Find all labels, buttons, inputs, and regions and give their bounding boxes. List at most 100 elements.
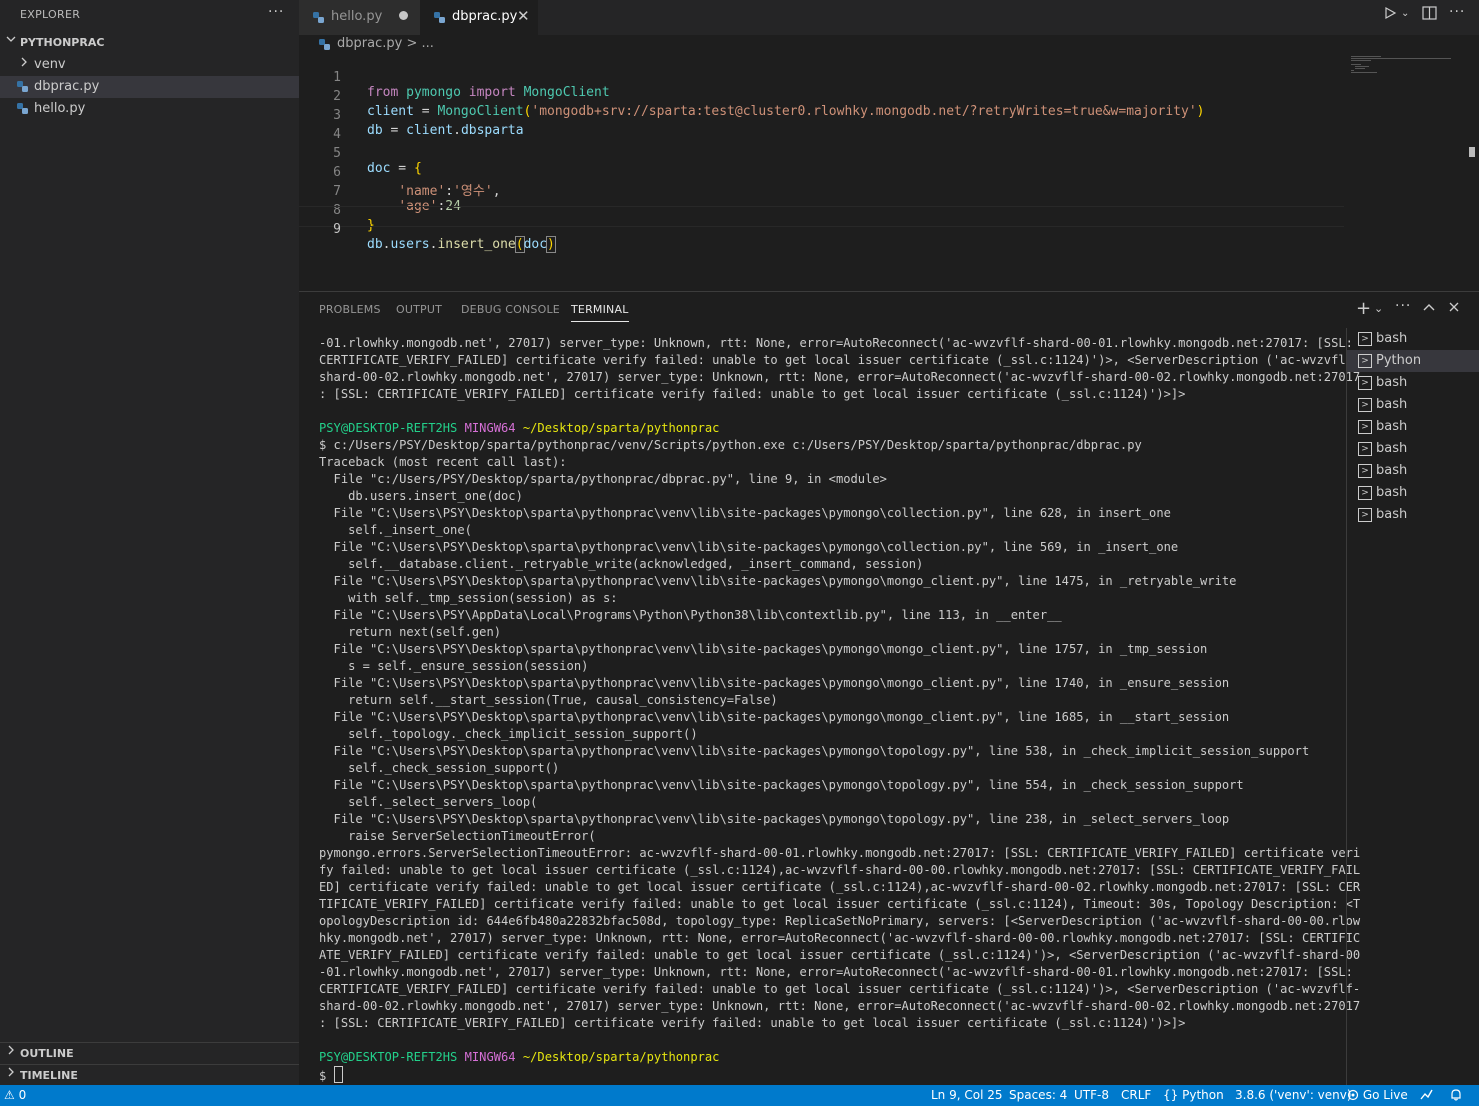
tab-debug-console[interactable]: DEBUG CONSOLE — [461, 303, 560, 316]
terminal-dropdown-chevron-icon[interactable]: ⌄ — [1374, 302, 1383, 315]
terminal-command: $ c:/Users/PSY/Desktop/sparta/pythonprac… — [319, 438, 1142, 452]
terminal-line: return next(self.gen) — [319, 625, 502, 639]
terminal-list-item[interactable]: > bash — [1347, 482, 1479, 504]
terminal-list-label: bash — [1376, 375, 1408, 390]
code-line: 3 db = client.dbsparta — [299, 93, 1344, 138]
terminal-list-label: bash — [1376, 507, 1408, 522]
terminal-input-line[interactable]: $ — [319, 1066, 1329, 1085]
timeline-section[interactable]: TIMELINE — [0, 1064, 299, 1087]
new-terminal-plus-icon[interactable]: + — [1356, 298, 1371, 319]
code-line: 7 'age':24 — [299, 169, 1344, 214]
python-interpreter[interactable]: 3.8.6 ('venv': venv) — [1235, 1088, 1352, 1102]
terminal-list-item[interactable]: > bash — [1347, 372, 1479, 394]
tab-problems[interactable]: PROBLEMS — [319, 303, 381, 316]
terminal-line: File "c:/Users/PSY/Desktop/sparta/python… — [319, 472, 887, 486]
terminal-icon: > — [1358, 332, 1372, 346]
terminal-line: ATE_VERIFY_FAILED] certificate verify fa… — [319, 948, 1361, 962]
file-encoding[interactable]: UTF-8 — [1074, 1088, 1109, 1102]
run-icon[interactable] — [1383, 6, 1397, 24]
chevron-right-icon — [19, 57, 29, 70]
python-file-icon — [313, 12, 324, 23]
terminal-prompt: PSY@DESKTOP-REFT2HS MINGW64 ~/Desktop/sp… — [319, 1050, 720, 1064]
terminal-list-label: bash — [1376, 331, 1408, 346]
panel-more-icon[interactable]: ··· — [1395, 298, 1411, 314]
terminal-line: pymongo.errors.ServerSelectionTimeoutErr… — [319, 846, 1361, 860]
terminal-line: CERTIFICATE_VERIFY_FAILED] certificate v… — [319, 353, 1361, 367]
folder-label: PYTHONPRAC — [20, 36, 105, 49]
code-line: 4 — [299, 112, 1344, 142]
outline-section[interactable]: OUTLINE — [0, 1042, 299, 1065]
close-panel-icon[interactable] — [1449, 300, 1459, 316]
terminal-line: File "C:\Users\PSY\Desktop\sparta\python… — [319, 642, 1208, 656]
split-editor-icon[interactable] — [1422, 6, 1437, 24]
editor-more-icon[interactable]: ··· — [1449, 4, 1465, 20]
terminal-line: self._insert_one( — [319, 523, 472, 537]
tab-hello-py[interactable]: hello.py — [299, 0, 420, 35]
terminal-list-label: bash — [1376, 463, 1408, 478]
terminal-line: db.users.insert_one(doc) — [319, 489, 523, 503]
code-editor[interactable]: 1 from pymongo import MongoClient 2 clie… — [299, 55, 1479, 291]
python-file-icon — [434, 12, 445, 23]
terminal-list-item[interactable]: > bash — [1347, 504, 1479, 526]
terminal-line: fy failed: unable to get local issuer ce… — [319, 863, 1361, 877]
terminal-list-item[interactable]: > bash — [1347, 394, 1479, 416]
bell-icon[interactable] — [1450, 1088, 1462, 1104]
explorer-sidebar: EXPLORER ··· PYTHONPRAC venv dbprac.py h… — [0, 0, 299, 1085]
terminal-line: -01.rlowhky.mongodb.net', 27017) server_… — [319, 336, 1353, 350]
terminal-list-label: bash — [1376, 397, 1408, 412]
terminal-output[interactable]: -01.rlowhky.mongodb.net', 27017) server_… — [319, 335, 1361, 1085]
terminal-list-item[interactable]: > bash — [1347, 328, 1479, 350]
tab-label: dbprac.py — [452, 9, 518, 24]
cursor-position[interactable]: Ln 9, Col 25 — [931, 1088, 1003, 1102]
python-file-icon — [17, 81, 28, 92]
terminal-list-label: Python — [1376, 353, 1422, 368]
terminal-list-item[interactable]: > Python — [1347, 350, 1479, 372]
tree-item-venv[interactable]: venv — [0, 54, 299, 76]
tab-dbprac-py[interactable]: dbprac.py ✕ — [420, 0, 538, 35]
go-live-label: Go Live — [1362, 1088, 1408, 1102]
terminal-list-item[interactable]: > bash — [1347, 416, 1479, 438]
line-ending[interactable]: CRLF — [1121, 1088, 1151, 1102]
explorer-more-icon[interactable]: ··· — [268, 4, 284, 20]
terminal-line: s = self._ensure_session(session) — [319, 659, 589, 673]
language-mode[interactable]: {} Python — [1163, 1088, 1224, 1102]
code-line: 5 doc = { — [299, 131, 1344, 176]
terminal-line: self.__database.client._retryable_write(… — [319, 557, 924, 571]
python-file-icon — [17, 103, 28, 114]
terminal-list-item[interactable]: > bash — [1347, 460, 1479, 482]
folder-pythonprac[interactable]: PYTHONPRAC — [0, 32, 299, 54]
maximize-panel-icon[interactable] — [1423, 300, 1435, 316]
terminal-icon: > — [1358, 420, 1372, 434]
tree-item-hello[interactable]: hello.py — [0, 98, 299, 120]
terminal-line: File "C:\Users\PSY\Desktop\sparta\python… — [319, 540, 1179, 554]
scrollbar-thumb[interactable] — [1469, 147, 1475, 157]
terminal-prompt: PSY@DESKTOP-REFT2HS MINGW64 ~/Desktop/sp… — [319, 421, 720, 435]
outline-label: OUTLINE — [20, 1047, 74, 1060]
minimap[interactable] — [1349, 55, 1469, 95]
terminal-line: File "C:\Users\PSY\Desktop\sparta\python… — [319, 676, 1230, 690]
breadcrumb-rest[interactable]: > ... — [406, 36, 433, 51]
code-line: 8 } — [299, 188, 1344, 233]
run-dropdown-chevron-icon[interactable]: ⌄ — [1401, 8, 1409, 19]
breadcrumb-file[interactable]: dbprac.py — [337, 36, 402, 51]
tab-terminal[interactable]: TERMINAL — [571, 303, 629, 322]
terminal-list: > bash > Python > bash > bash > bash > bash > bash > ba… — [1346, 328, 1479, 1086]
unsaved-dot-icon[interactable] — [399, 11, 408, 20]
close-icon[interactable]: ✕ — [517, 7, 530, 25]
code-line-current: 9 db.users.insert_one(doc) — [299, 206, 1344, 253]
chevron-down-icon — [6, 34, 16, 47]
indentation[interactable]: Spaces: 4 — [1009, 1088, 1067, 1102]
go-live-button[interactable]: Go Live — [1347, 1088, 1408, 1102]
timeline-label: TIMELINE — [20, 1069, 78, 1082]
status-bar: ⚠ 0 Ln 9, Col 25 Spaces: 4 UTF-8 CRLF {}… — [0, 1085, 1479, 1106]
terminal-line: : [SSL: CERTIFICATE_VERIFY_FAILED] certi… — [319, 387, 1186, 401]
terminal-line: with self._tmp_session(session) as s: — [319, 591, 618, 605]
tab-output[interactable]: OUTPUT — [396, 303, 442, 316]
terminal-list-item[interactable]: > bash — [1347, 438, 1479, 460]
terminal-icon: > — [1358, 486, 1372, 500]
feedback-icon[interactable] — [1419, 1088, 1433, 1104]
remote-warnings[interactable]: ⚠ 0 — [4, 1088, 26, 1102]
terminal-line: opologyDescription id: 644e6fb480a22832b… — [319, 914, 1361, 928]
tree-item-dbprac[interactable]: dbprac.py — [0, 76, 299, 98]
terminal-line: Traceback (most recent call last): — [319, 455, 567, 469]
